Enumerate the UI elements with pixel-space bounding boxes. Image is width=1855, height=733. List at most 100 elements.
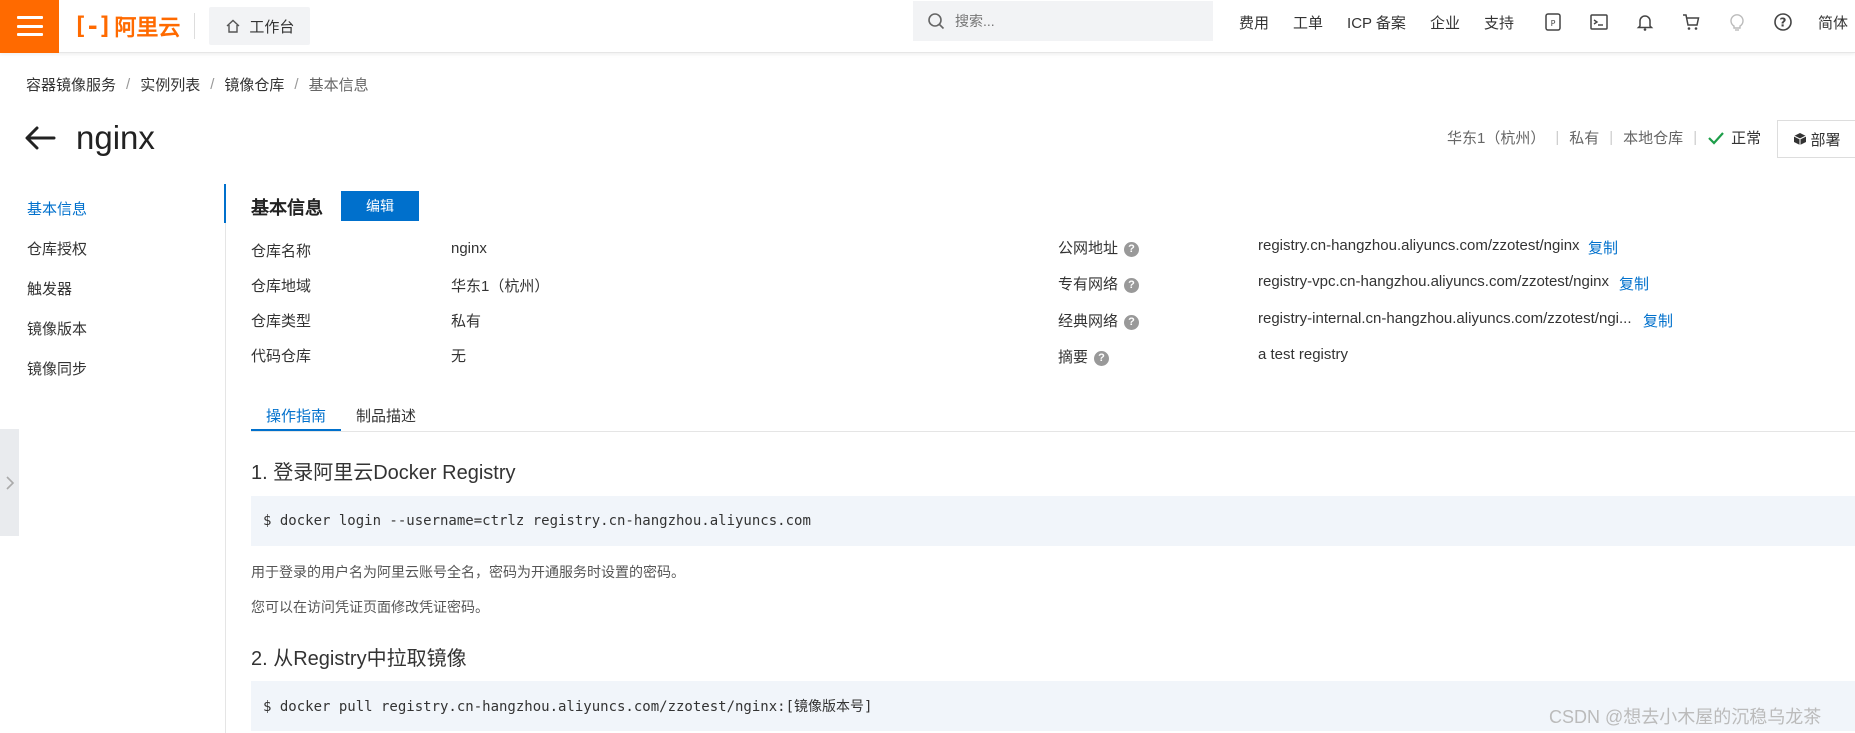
public-address-value: registry.cn-hangzhou.aliyuncs.com/zzotes… [1258, 237, 1580, 254]
tab-operation-guide[interactable]: 操作指南 [266, 405, 326, 426]
info-label-summary: 摘要? [1058, 346, 1110, 367]
aliyun-logo[interactable]: [-] 阿里云 [73, 0, 180, 53]
app-icon-button[interactable]: P [1542, 11, 1564, 33]
info-label-text: 公网地址 [1058, 240, 1119, 257]
top-link-ticket[interactable]: 工单 [1293, 12, 1323, 33]
info-value: nginx [451, 240, 487, 257]
nav-active-indicator [224, 184, 226, 223]
workbench-label: 工作台 [249, 18, 295, 36]
help-icon[interactable]: ? [1124, 277, 1140, 293]
breadcrumb-separator: / [126, 76, 131, 93]
watermark: CSDN @想去小木屋的沉稳乌龙茶 [1549, 707, 1822, 727]
tab-artifact-description[interactable]: 制品描述 [356, 405, 416, 426]
info-value: 私有 [451, 313, 482, 330]
copy-vpc-address-link[interactable]: 复制 [1619, 273, 1649, 294]
hamburger-icon [16, 16, 43, 36]
status-badge: 正常 [1731, 130, 1762, 147]
info-value: 无 [451, 348, 467, 365]
bell-icon [1636, 15, 1654, 31]
summary-value: a test registry [1258, 346, 1349, 363]
top-links: 费用 工单 ICP 备案 企业 支持 [1239, 0, 1538, 44]
help-icon[interactable]: ? [1094, 350, 1110, 366]
help-button[interactable]: ? [1772, 11, 1794, 33]
top-icons: P ? 简体 [1542, 0, 1848, 44]
breadcrumb-separator: / [210, 76, 215, 93]
step-title: 1. 登录阿里云Docker Registry [251, 462, 516, 484]
sidebar-expand-toggle[interactable] [0, 429, 19, 536]
home-icon [226, 19, 240, 33]
copy-public-address-link[interactable]: 复制 [1588, 237, 1618, 258]
step-title: 2. 从Registry中拉取镜像 [251, 648, 467, 670]
deploy-button[interactable]: 部署 [1777, 120, 1855, 158]
svg-text:?: ? [1780, 16, 1787, 30]
copy-classic-address-link[interactable]: 复制 [1643, 310, 1673, 331]
tips-button[interactable] [1726, 11, 1748, 33]
check-icon [1708, 131, 1724, 145]
info-label-public-address: 公网地址? [1058, 237, 1140, 258]
info-label: 仓库名称 [251, 243, 312, 260]
document-app-icon: P [1545, 13, 1561, 31]
nav-item-image-sync[interactable]: 镜像同步 [27, 358, 87, 379]
guide-note: 用于登录的用户名为阿里云账号全名，密码为开通服务时设置的密码。 [251, 564, 685, 580]
left-nav: 基本信息 仓库授权 触发器 镜像版本 镜像同步 [0, 184, 226, 733]
deploy-label: 部署 [1810, 131, 1841, 149]
nav-item-basic-info[interactable]: 基本信息 [27, 198, 87, 219]
search-input[interactable] [955, 13, 1175, 29]
region-text: 华东1（杭州） [1447, 130, 1546, 147]
breadcrumb-item[interactable]: 容器镜像服务 [26, 74, 116, 95]
breadcrumb-separator: / [294, 76, 299, 93]
code-block[interactable]: $ docker login --username=ctrlz registry… [251, 496, 1855, 546]
tab-active-underline [251, 429, 341, 431]
cart-icon [1683, 14, 1700, 30]
info-label-text: 专有网络 [1058, 276, 1119, 293]
info-label-vpc: 专有网络? [1058, 273, 1140, 294]
status-divider: | [1693, 129, 1698, 146]
repo-status-row: 华东1（杭州） | 私有 | 本地仓库 | 正常 [1447, 127, 1761, 148]
svg-text:P: P [1551, 19, 1556, 28]
cube-icon [1794, 133, 1807, 145]
language-switch[interactable]: 简体 [1818, 12, 1848, 33]
logo-text: 阿里云 [114, 15, 181, 40]
back-arrow-icon[interactable] [24, 124, 58, 152]
top-link-enterprise[interactable]: 企业 [1430, 12, 1460, 33]
workbench-button[interactable]: 工作台 [209, 7, 311, 45]
info-label: 仓库地域 [251, 278, 312, 295]
top-link-support[interactable]: 支持 [1484, 12, 1514, 33]
vpc-address-value: registry-vpc.cn-hangzhou.aliyuncs.com/zz… [1258, 273, 1609, 290]
info-value: 华东1（杭州） [451, 278, 550, 295]
breadcrumb-item[interactable]: 实例列表 [140, 74, 200, 95]
guide-tabs: 操作指南 制品描述 [251, 400, 1855, 432]
breadcrumb-current: 基本信息 [308, 77, 369, 94]
global-search[interactable] [913, 1, 1213, 41]
page-title: nginx [76, 119, 155, 156]
cart-button[interactable] [1680, 11, 1702, 33]
nav-item-trigger[interactable]: 触发器 [27, 278, 72, 299]
notification-button[interactable] [1634, 11, 1656, 33]
status-divider: | [1555, 129, 1560, 146]
info-label: 仓库类型 [251, 313, 312, 330]
info-label: 代码仓库 [251, 348, 312, 365]
status-divider: | [1609, 129, 1614, 146]
hamburger-menu-button[interactable] [0, 0, 59, 53]
info-label-text: 经典网络 [1058, 313, 1119, 330]
chevron-right-icon [5, 475, 14, 490]
top-link-icp[interactable]: ICP 备案 [1347, 12, 1406, 33]
nav-item-image-versions[interactable]: 镜像版本 [27, 318, 87, 339]
breadcrumb-item[interactable]: 镜像仓库 [224, 74, 284, 95]
help-icon[interactable]: ? [1124, 314, 1140, 330]
edit-button[interactable]: 编辑 [341, 191, 419, 221]
repo-source-text: 本地仓库 [1623, 130, 1684, 147]
nav-item-repo-auth[interactable]: 仓库授权 [27, 238, 87, 259]
visibility-text: 私有 [1569, 130, 1600, 147]
section-title: 基本信息 [251, 198, 323, 218]
guide-note: 您可以在访问凭证页面修改凭证密码。 [251, 599, 489, 615]
info-label-text: 摘要 [1058, 349, 1089, 366]
classic-address-value: registry-internal.cn-hangzhou.aliyuncs.c… [1258, 310, 1632, 327]
help-icon[interactable]: ? [1124, 241, 1140, 257]
top-link-billing[interactable]: 费用 [1239, 12, 1269, 33]
help-circle-icon: ? [1774, 13, 1792, 31]
search-icon [928, 13, 945, 30]
terminal-icon [1590, 14, 1608, 30]
terminal-button[interactable] [1588, 11, 1610, 33]
breadcrumb: 容器镜像服务 / 实例列表 / 镜像仓库 / 基本信息 [26, 74, 369, 95]
